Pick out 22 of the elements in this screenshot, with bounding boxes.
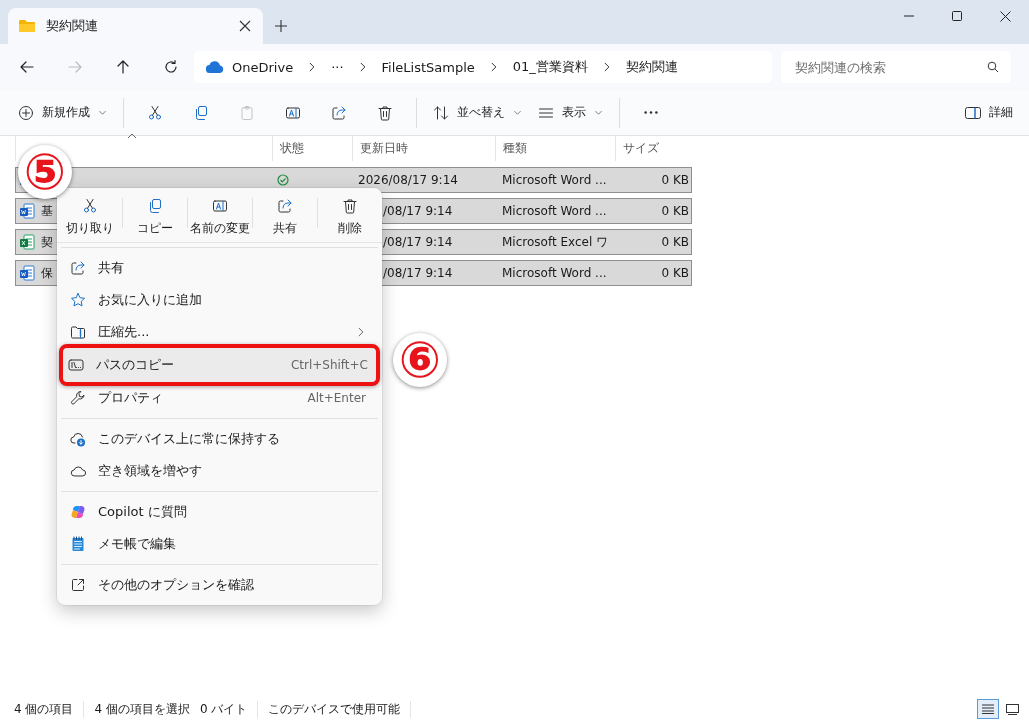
file-size: 0 KB [661,173,689,187]
file-name: 契 [41,233,53,251]
status-text: このデバイスで使用可能 [268,700,412,718]
status-text: 0 バイト [199,700,259,718]
file-name: 保 [41,264,53,282]
modified-date: /08/17 9:14 [383,235,453,249]
status-text: 4 個の項目 [14,700,85,718]
file-size: 0 KB [661,266,689,280]
file-size: 0 KB [661,235,689,249]
modified-date: 2026/08/17 9:14 [358,173,458,187]
file-type: Microsoft Word ... [502,173,607,187]
status-text: 4 個の項目を選択 [94,700,191,718]
file-type: Microsoft Word ... [502,266,607,280]
file-name: 基 [41,202,53,220]
file-type: Microsoft Word ... [502,204,607,218]
shortcut-text: Ctrl+Shift+C [290,358,368,372]
file-size: 0 KB [661,204,689,218]
modified-date: /08/17 9:14 [383,266,453,280]
shortcut-text: Alt+Enter [307,391,366,405]
modified-date: /08/17 9:14 [383,204,453,218]
tab-title: 契約関連 [46,17,99,35]
file-type: Microsoft Excel ワ [502,234,609,249]
